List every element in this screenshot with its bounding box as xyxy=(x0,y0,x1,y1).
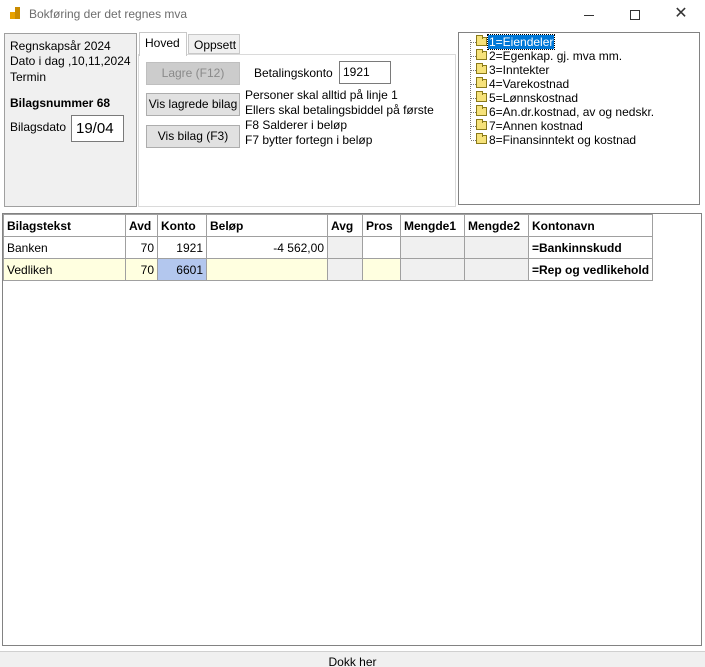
bilagsdato-input[interactable]: 19/04 xyxy=(71,115,124,142)
col-header-mengde1[interactable]: Mengde1 xyxy=(400,214,465,237)
col-header-mengde2[interactable]: Mengde2 xyxy=(464,214,529,237)
betalingskonto-input[interactable]: 1921 xyxy=(339,61,391,84)
minimize-button[interactable] xyxy=(566,0,612,28)
col-header-konto[interactable]: Konto xyxy=(157,214,207,237)
app-icon xyxy=(10,6,22,20)
cell-pros[interactable] xyxy=(362,236,401,259)
info-panel: Regnskapsår 2024 Dato i dag ,10,11,2024 … xyxy=(4,33,137,207)
tree-connector xyxy=(470,40,471,139)
info-line-3: F8 Salderer i beløp xyxy=(245,118,348,132)
tree-item-label: 7=Annen kostnad xyxy=(489,119,583,133)
col-header-kontonavn[interactable]: Kontonavn xyxy=(527,214,654,237)
tree-item-label: 6=An.dr.kostnad, av og nedskr. xyxy=(489,105,655,119)
cell-belop[interactable] xyxy=(206,258,328,281)
tree-item-label: 2=Egenkap. gj. mva mm. xyxy=(489,49,623,63)
close-button[interactable]: ✕ xyxy=(658,0,704,28)
folder-icon xyxy=(476,105,487,116)
cell-pros[interactable] xyxy=(362,258,401,281)
maximize-button[interactable] xyxy=(612,0,658,28)
vis-bilag-button[interactable]: Vis bilag (F3) xyxy=(146,125,240,148)
hoved-tab-content: Lagre (F12) Vis lagrede bilag Vis bilag … xyxy=(138,54,456,207)
cell-mengde2[interactable] xyxy=(464,258,529,281)
cell-bilagstekst[interactable]: Vedlikeh xyxy=(3,258,126,281)
maximize-icon xyxy=(630,10,640,21)
termin-label: Termin xyxy=(10,70,47,84)
col-header-avg[interactable]: Avg xyxy=(327,214,363,237)
col-header-belop[interactable]: Beløp xyxy=(206,214,328,237)
bilagsnummer-label: Bilagsnummer 68 xyxy=(10,96,111,110)
cell-mengde1[interactable] xyxy=(400,236,465,259)
dock-bar[interactable]: Dokk her xyxy=(0,651,705,667)
cell-belop[interactable]: -4 562,00 xyxy=(206,236,328,259)
bilagsdato-label: Bilagsdato xyxy=(10,120,67,134)
regnskapsar-label: Regnskapsår 2024 xyxy=(10,39,111,53)
cell-avg[interactable] xyxy=(327,236,363,259)
tree-item-label: 5=Lønnskostnad xyxy=(489,91,579,105)
lagre-button[interactable]: Lagre (F12) xyxy=(146,62,240,85)
folder-icon xyxy=(476,35,487,46)
tree-item-label: 3=Inntekter xyxy=(489,63,550,77)
minimize-icon xyxy=(584,14,594,16)
folder-icon xyxy=(476,119,487,130)
title-bar: Bokføring der det regnes mva ✕ xyxy=(0,0,705,28)
tree-item-label: 8=Finansinntekt og kostnad xyxy=(489,133,637,147)
cell-kontonavn[interactable]: =Bankinnskudd xyxy=(527,236,654,259)
folder-icon xyxy=(476,63,487,74)
table-header-row: Bilagstekst Avd Konto Beløp Avg Pros Men… xyxy=(3,214,654,237)
close-icon: ✕ xyxy=(674,5,688,22)
info-line-2: Ellers skal betalingsbiddel på første xyxy=(245,103,434,117)
cell-konto-selected[interactable]: 6601 xyxy=(157,258,207,281)
cell-konto[interactable]: 1921 xyxy=(157,236,207,259)
table-row: Vedlikeh 70 6601 =Rep og vedlikehold xyxy=(3,258,654,281)
tabs-panel: Hoved Oppsett Lagre (F12) Vis lagrede bi… xyxy=(138,31,456,207)
dock-label: Dokk her xyxy=(328,655,377,667)
tree-item-label: 4=Varekostnad xyxy=(489,77,570,91)
cell-bilagstekst[interactable]: Banken xyxy=(3,236,126,259)
tab-hoved[interactable]: Hoved xyxy=(139,32,187,56)
cell-mengde1[interactable] xyxy=(400,258,465,281)
vis-lagrede-bilag-button[interactable]: Vis lagrede bilag xyxy=(146,93,240,116)
info-line-1: Personer skal alltid på linje 1 xyxy=(245,88,398,102)
col-header-bilagstekst[interactable]: Bilagstekst xyxy=(3,214,126,237)
folder-icon xyxy=(476,133,487,144)
info-line-4: F7 bytter fortegn i beløp xyxy=(245,133,373,147)
tab-oppsett[interactable]: Oppsett xyxy=(188,34,240,54)
table-row: Banken 70 1921 -4 562,00 =Bankinnskudd xyxy=(3,236,654,259)
folder-icon xyxy=(476,91,487,102)
entries-grid: Bilagstekst Avd Konto Beløp Avg Pros Men… xyxy=(2,213,702,646)
account-tree: 1=Eiendeler 2=Egenkap. gj. mva mm. 3=Inn… xyxy=(458,32,700,205)
cell-mengde2[interactable] xyxy=(464,236,529,259)
folder-icon xyxy=(476,49,487,60)
dato-idag-label: Dato i dag ,10,11,2024 xyxy=(10,54,131,68)
cell-kontonavn[interactable]: =Rep og vedlikehold xyxy=(527,258,654,281)
betalingskonto-label: Betalingskonto xyxy=(254,66,333,80)
folder-icon xyxy=(476,77,487,88)
col-header-avd[interactable]: Avd xyxy=(125,214,158,237)
cell-avd[interactable]: 70 xyxy=(125,258,158,281)
entries-table: Bilagstekst Avd Konto Beløp Avg Pros Men… xyxy=(3,214,654,281)
cell-avd[interactable]: 70 xyxy=(125,236,158,259)
tree-item-label: 1=Eiendeler xyxy=(486,34,556,50)
col-header-pros[interactable]: Pros xyxy=(362,214,401,237)
window-title: Bokføring der det regnes mva xyxy=(29,7,188,21)
cell-avg[interactable] xyxy=(327,258,363,281)
